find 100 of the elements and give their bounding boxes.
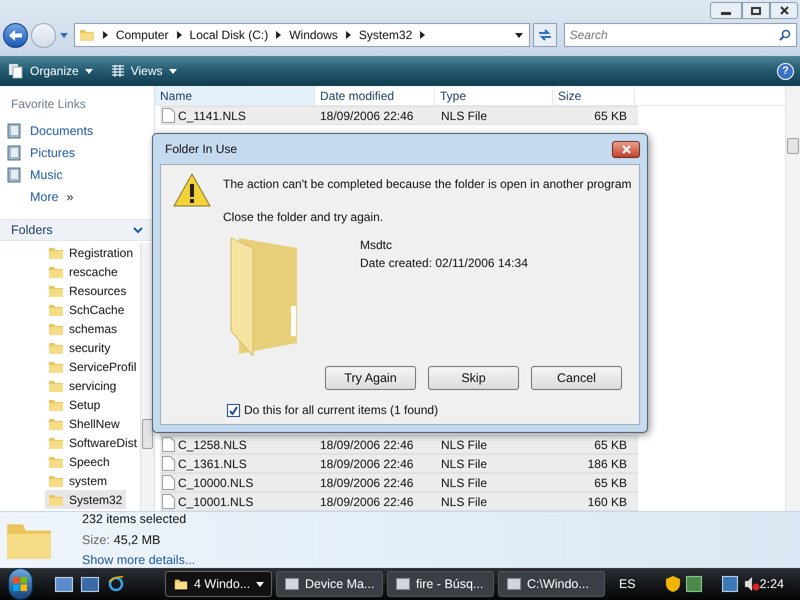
date-cell-text: 18/09/2006 22:46 (319, 108, 414, 124)
folder-tree-item[interactable]: Resources (45, 281, 140, 300)
start-button[interactable] (8, 568, 33, 600)
search-icon (778, 29, 791, 41)
library-icon (7, 145, 22, 161)
caret-icon (514, 32, 523, 38)
caret-icon (256, 582, 264, 586)
item-date: Date created: 02/11/2006 14:34 (360, 255, 528, 272)
size-cell-text: 65 KB (593, 436, 628, 454)
file-name: C_1141.NLS (178, 108, 246, 124)
taskbar-button[interactable]: fire - Búsq... (386, 571, 494, 597)
folder-tree-item[interactable]: Speech (45, 452, 140, 471)
folder-tree-item[interactable]: servicing (45, 376, 140, 395)
dialog-instruction: Close the folder and try again. (223, 209, 384, 226)
address-bar[interactable]: Computer Local Disk (C:) Windows System32 (74, 23, 530, 47)
search-field[interactable]: Search (564, 23, 797, 47)
checkbox[interactable] (227, 404, 240, 416)
dialog-button[interactable]: Cancel (531, 366, 622, 390)
browser-button[interactable] (106, 575, 125, 593)
clock[interactable]: 2:24 (760, 574, 784, 594)
back-button[interactable] (3, 22, 28, 48)
file-icon (162, 108, 175, 123)
close-button[interactable] (612, 140, 640, 158)
scrollbar[interactable] (140, 243, 154, 511)
file-row[interactable]: C_1258.NLS 18/09/2006 22:46 NLS File 65 KB (160, 435, 638, 454)
maximize-button[interactable] (742, 2, 770, 19)
breadcrumb[interactable]: System32 (358, 26, 412, 44)
taskbar-button[interactable]: Device Ma... (276, 571, 383, 597)
file-row[interactable]: C_1141.NLS 18/09/2006 22:46 NLS File 65 KB (160, 106, 638, 125)
file-icon (162, 494, 175, 509)
show-desktop-button[interactable] (54, 576, 73, 592)
muted-speaker-icon[interactable] (744, 576, 760, 592)
file-icon (162, 475, 175, 490)
checkbox-label: Do this for all current items (1 found) (244, 402, 438, 419)
column-header[interactable]: Name (155, 86, 315, 105)
folder-tree-item[interactable]: ServiceProfil (45, 357, 140, 376)
favorite-link[interactable]: Pictures (0, 145, 154, 161)
list-view-icon (110, 64, 125, 78)
language-indicator[interactable]: ES (618, 574, 636, 594)
details-link[interactable]: Show more details... (82, 551, 196, 570)
chevron-icon (346, 31, 351, 39)
shield-icon[interactable] (666, 576, 680, 592)
switch-windows-button[interactable] (80, 576, 99, 592)
breadcrumb[interactable]: Windows (289, 26, 338, 44)
breadcrumb[interactable]: Local Disk (C:) (190, 26, 268, 44)
folder-tree-item[interactable]: schemas (45, 319, 140, 338)
double-chevron: » (66, 188, 74, 206)
breadcrumb[interactable]: Computer (116, 26, 169, 44)
more-link[interactable]: More » (0, 189, 154, 205)
selection-count: 232 items selected (82, 510, 188, 528)
toolbar-button[interactable]: Views (108, 59, 178, 83)
chevron-icon (102, 31, 108, 39)
column-header[interactable]: Date modified (315, 86, 435, 105)
dialog-button[interactable]: Skip (428, 366, 519, 390)
folder-tree-item[interactable]: System32 (45, 490, 126, 509)
taskbar-button[interactable]: C:\Windo... (498, 571, 605, 597)
back-arrow-icon (8, 30, 22, 40)
file-row[interactable]: C_10000.NLS 18/09/2006 22:46 NLS File 65 KB (160, 473, 638, 492)
file-icon (162, 437, 175, 452)
toolbar-button[interactable]: Organize (6, 59, 95, 83)
folder-tree-item[interactable]: rescache (45, 262, 140, 281)
type-cell-text: NLS File (440, 108, 488, 124)
taskbar-button[interactable]: 4 Windo... (164, 571, 272, 597)
folder-tree-item[interactable]: Registration (45, 243, 140, 262)
help-button[interactable]: ? (777, 62, 794, 80)
file-row[interactable]: C_10001.NLS 18/09/2006 22:46 NLS File 160 KB (160, 492, 638, 511)
scrollbar[interactable] (785, 86, 800, 511)
warning-icon (173, 173, 211, 207)
dialog-message: The action can't be completed because the folder is open in another program (223, 176, 632, 193)
item-name: Msdtc (360, 237, 394, 254)
window-icon (396, 578, 410, 590)
column-header[interactable]: Type (435, 86, 553, 105)
history-dropdown[interactable] (58, 30, 69, 40)
caret-icon (60, 32, 68, 38)
size-value: 45,2 MB (114, 532, 160, 549)
date-cell-text: 18/09/2006 22:46 (319, 494, 414, 510)
section-title: Favorite Links (11, 96, 87, 113)
scrollbar-thumb[interactable] (787, 138, 799, 154)
folder-tree-item[interactable]: SchCache (45, 300, 140, 319)
file-row[interactable]: C_1361.NLS 18/09/2006 22:46 NLS File 186 KB (160, 454, 638, 473)
close-icon (780, 6, 788, 15)
minimize-button[interactable] (710, 2, 742, 19)
close-button[interactable] (770, 2, 798, 19)
folder-tree-item[interactable]: Setup (45, 395, 140, 414)
folder-tree-item[interactable]: ShellNew (45, 414, 140, 433)
favorite-link[interactable]: Music (0, 167, 154, 183)
file-name: C_1258.NLS (178, 436, 247, 454)
library-icon (7, 167, 22, 183)
type-cell-text: NLS File (440, 436, 488, 454)
folders-header[interactable]: Folders (0, 219, 154, 241)
folder-tree-item[interactable]: system (45, 471, 140, 490)
favorite-link[interactable]: Documents (0, 123, 154, 139)
checkbox-row[interactable]: Do this for all current items (1 found) (227, 401, 627, 419)
type-cell-text: NLS File (440, 494, 488, 510)
refresh-button[interactable] (532, 23, 557, 47)
dialog-button[interactable]: Try Again (325, 366, 416, 390)
folder-tree-item[interactable]: security (45, 338, 140, 357)
column-header[interactable]: Size (553, 86, 635, 105)
scrollbar-thumb[interactable] (142, 419, 153, 449)
folder-tree-item[interactable]: SoftwareDist (45, 433, 140, 452)
